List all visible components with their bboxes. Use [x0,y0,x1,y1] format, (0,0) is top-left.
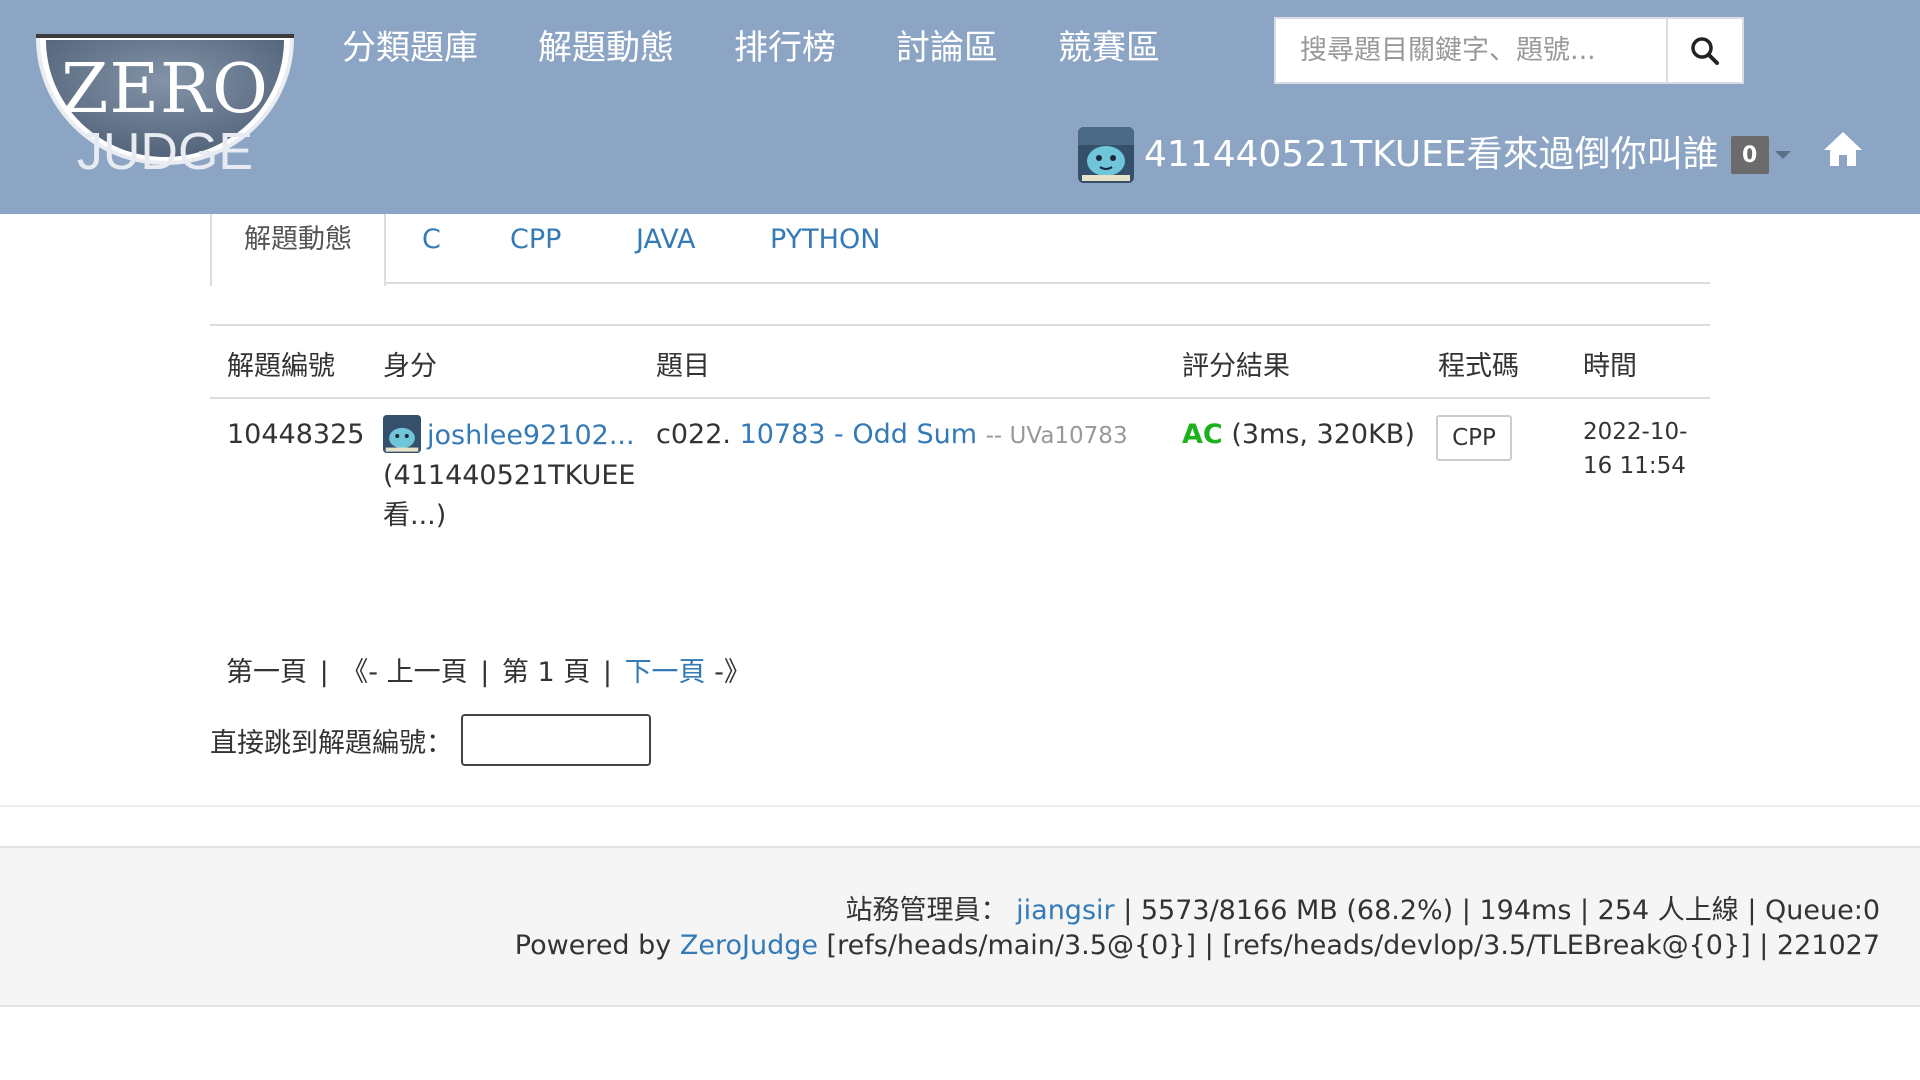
avatar [1078,127,1134,183]
header-code: 程式碼 [1438,351,1519,382]
search-button[interactable] [1666,17,1744,84]
result-status[interactable]: AC [1182,419,1223,450]
nav-contests[interactable]: 競賽區 [1058,24,1160,72]
pager-separator: | [319,657,329,688]
view-code-button[interactable]: CPP [1436,415,1512,461]
tab-python[interactable]: PYTHON [770,214,880,284]
jump-submission-id-input[interactable] [461,714,651,766]
header-identity: 身分 [383,351,437,382]
language-tabs: 解題動態 C CPP JAVA PYTHON [210,214,1710,286]
server-stats: | 5573/8166 MB (68.2%) | 194ms | 254 人上線… [1114,895,1880,926]
admin-link[interactable]: jiangsir [1016,895,1114,926]
user-link[interactable]: joshlee92102... [427,420,635,451]
footer-status-line: 站務管理員： jiangsir | 5573/8166 MB (68.2%) |… [846,888,1880,927]
submission-id: 10448325 [227,419,365,450]
time-clock: 16 11:54 [1583,453,1686,479]
search-form [1274,17,1744,84]
nav-forum[interactable]: 討論區 [896,24,998,72]
footer-powered-line: Powered by ZeroJudge [refs/heads/main/3.… [515,930,1880,961]
powered-by-label: Powered by [514,930,680,961]
user-dropdown[interactable]: 411440521TKUEE看來過倒你叫誰 0 [1078,127,1791,183]
time-cell: 2022-10- 16 11:54 [1583,415,1687,483]
problem-source: -- UVa10783 [985,423,1128,449]
caret-down-icon [1774,151,1791,159]
admin-label: 站務管理員： [845,895,1008,926]
pager-next-suffix: -》 [705,657,751,688]
result-cell: AC (3ms, 320KB) [1182,419,1415,450]
top-navbar: ZERO JUDGE 分類題庫 解題動態 排行榜 討論區 競賽區 搜尋題目關鍵字… [0,0,1920,214]
pager-prev: 《- 上一頁 [341,657,468,688]
nav-problem-categories[interactable]: 分類題庫 [342,24,478,72]
jump-form: 直接跳到解題編號： [210,714,651,766]
problem-link[interactable]: 10783 - Odd Sum [740,419,977,450]
header-problem: 題目 [656,351,710,382]
table-row: 10448325 joshlee92102... (411440521TKUEE… [210,399,1710,549]
pager-current: 第 1 頁 [501,657,591,688]
pager-first: 第一頁 [226,657,307,688]
header-submission-id: 解題編號 [227,351,335,382]
submissions-table: 解題編號 身分 題目 評分結果 程式碼 時間 10448325 joshlee9… [210,324,1710,549]
pager-next-link[interactable]: 下一頁 [625,657,706,688]
zerojudge-link[interactable]: ZeroJudge [680,930,818,961]
nav-ranking[interactable]: 排行榜 [734,24,836,72]
result-detail: (3ms, 320KB) [1231,419,1415,450]
home-button[interactable] [1822,128,1864,170]
tab-cpp[interactable]: CPP [510,214,561,284]
nav-submissions[interactable]: 解題動態 [538,24,674,72]
pagination: 第一頁 | 《- 上一頁 | 第 1 頁 | 下一頁 -》 [226,650,751,689]
username-label: 411440521TKUEE看來過倒你叫誰 [1144,134,1719,175]
tab-submissions[interactable]: 解題動態 [210,214,386,286]
identity-cell: joshlee92102... (411440521TKUEE 看...) [383,415,636,536]
header-time: 時間 [1583,351,1637,382]
identity-nickname: (411440521TKUEE [383,460,636,491]
header-result: 評分結果 [1182,351,1290,382]
search-input[interactable] [1274,17,1666,84]
problem-cell: c022. 10783 - Odd Sum -- UVa10783 [656,419,1128,450]
tab-java[interactable]: JAVA [636,214,695,284]
jump-label: 直接跳到解題編號： [210,727,453,759]
tab-c[interactable]: C [422,214,441,284]
main-nav: 分類題庫 解題動態 排行榜 討論區 競賽區 [342,24,1220,72]
avatar [383,415,421,453]
pager-separator: | [602,657,612,688]
home-icon [1824,132,1862,166]
footer: 站務管理員： jiangsir | 5573/8166 MB (68.2%) |… [0,846,1920,1007]
message-count-badge: 0 [1730,136,1769,174]
content-divider [0,805,1920,807]
time-date: 2022-10- [1583,419,1688,445]
version-refs: [refs/heads/main/3.5@{0}] | [refs/heads/… [817,930,1880,961]
table-header: 解題編號 身分 題目 評分結果 程式碼 時間 [210,324,1710,399]
logo-badge-icon [36,34,294,165]
problem-code: c022. [656,419,731,450]
identity-nickname-cont: 看...) [383,500,447,531]
zerojudge-logo[interactable]: ZERO JUDGE [28,28,302,220]
search-icon [1691,36,1719,65]
pager-separator: | [480,657,490,688]
